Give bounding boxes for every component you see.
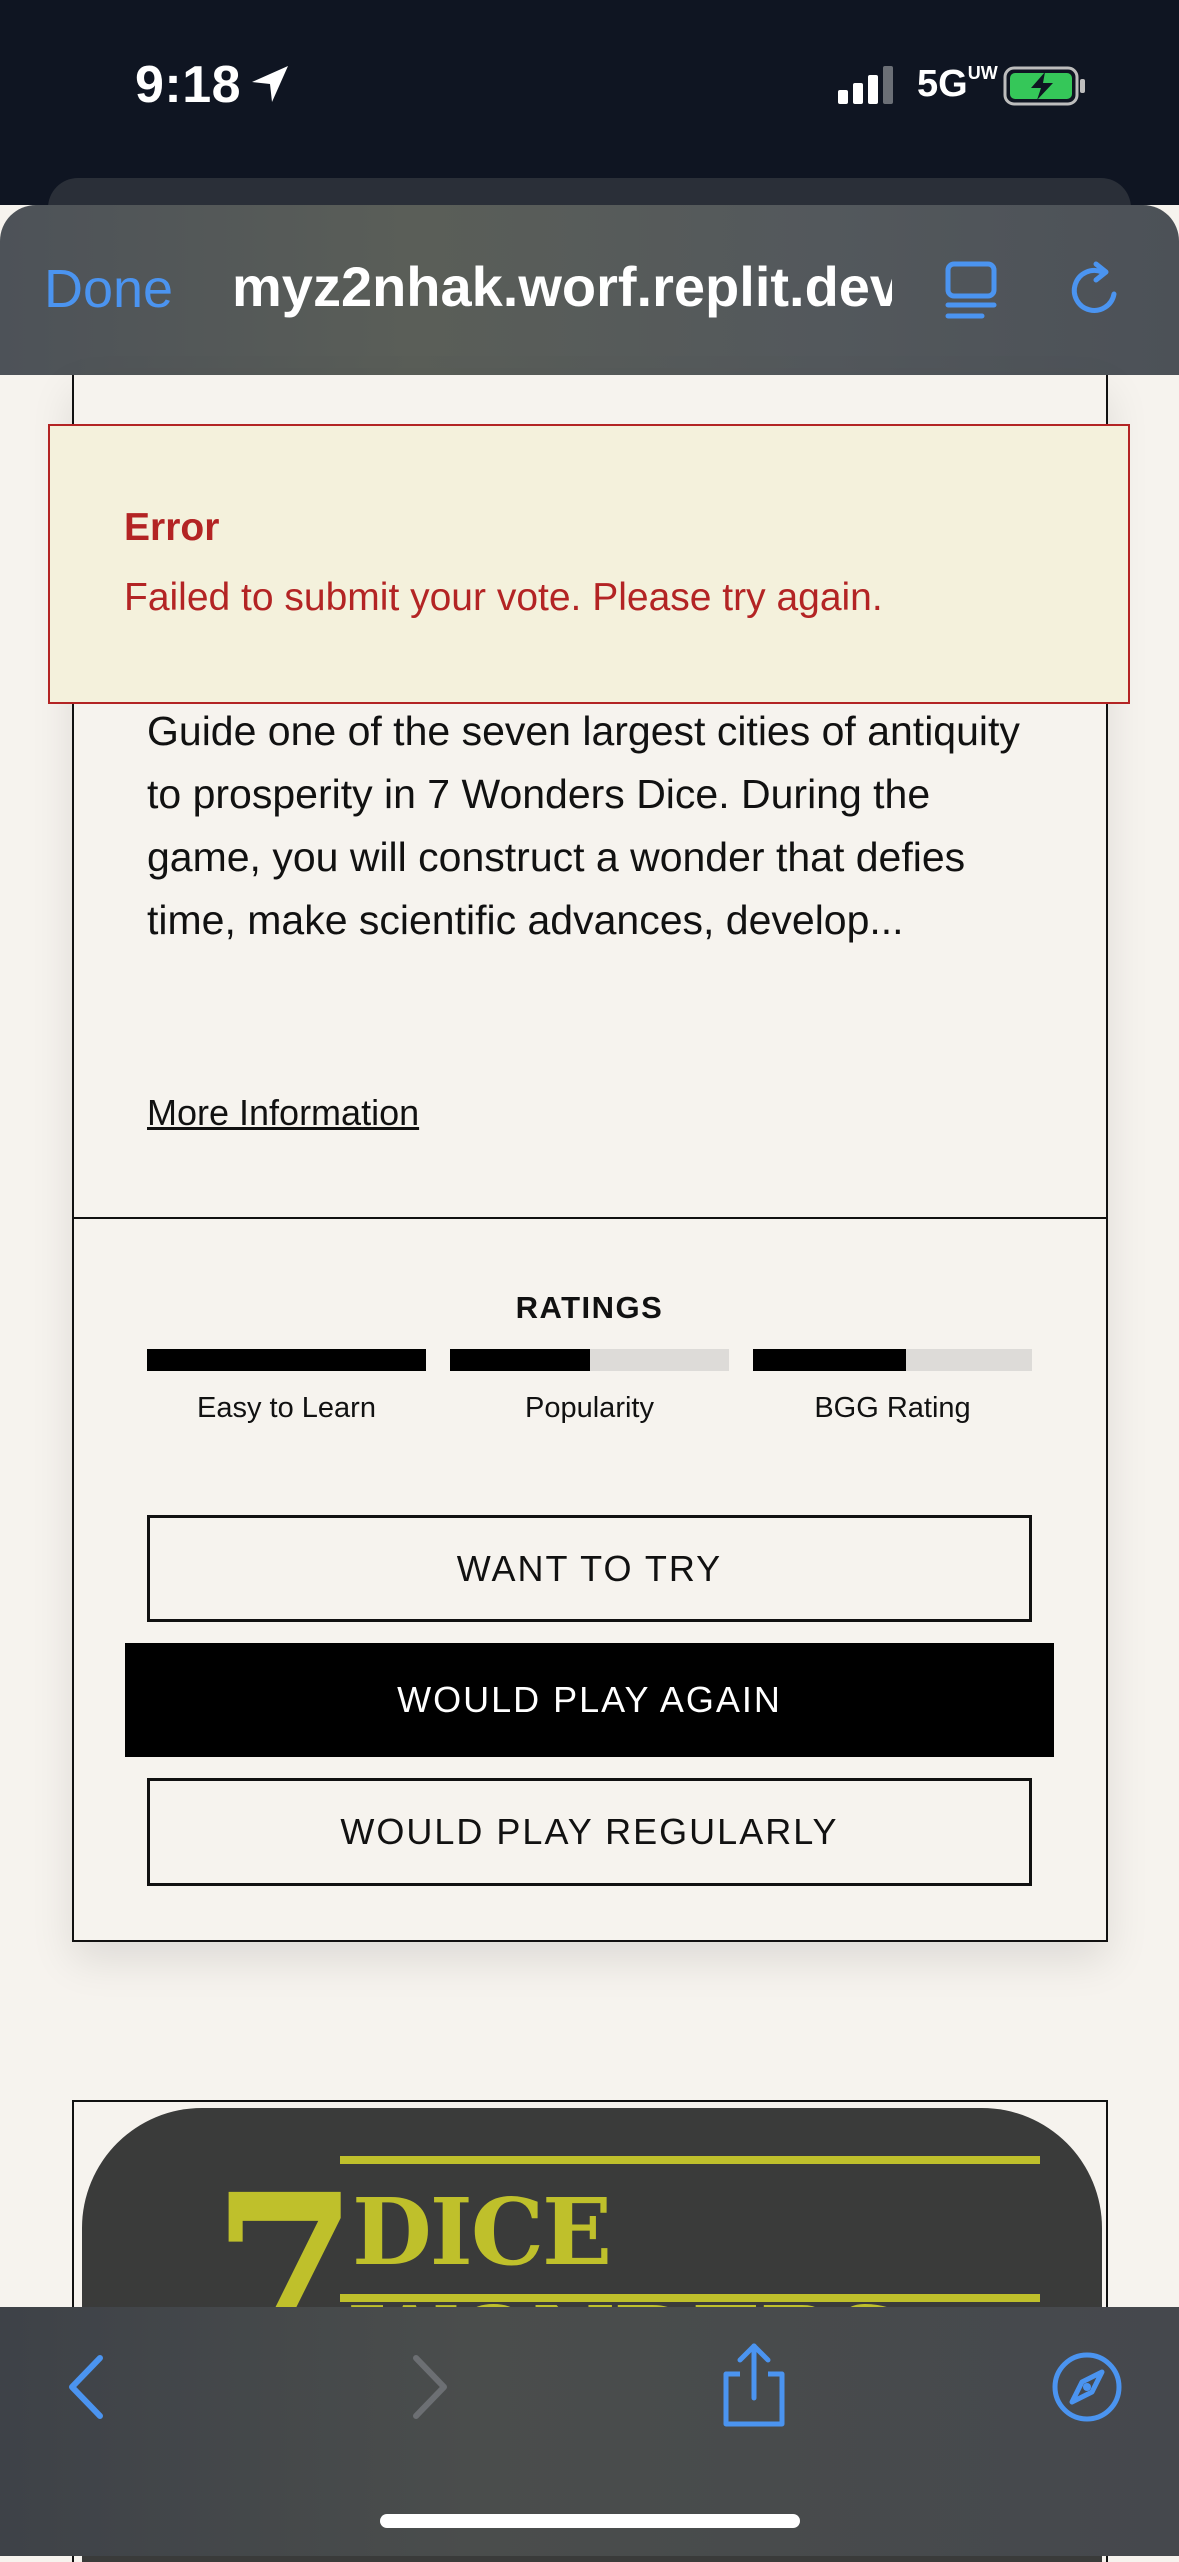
home-indicator[interactable] xyxy=(380,2514,800,2528)
url-field[interactable]: myz2nhak.worf.replit.dev xyxy=(232,254,892,319)
rating-fill xyxy=(753,1349,907,1371)
rating-easy-to-learn: Easy to Learn xyxy=(147,1349,426,1425)
status-time: 9:18 xyxy=(135,56,242,114)
safari-compass-icon[interactable] xyxy=(1050,2350,1124,2429)
rating-fill xyxy=(147,1349,426,1371)
done-button[interactable]: Done xyxy=(44,258,173,320)
would-play-again-button[interactable]: WOULD PLAY AGAIN xyxy=(125,1643,1054,1757)
error-message: Failed to submit your vote. Please try a… xyxy=(124,576,883,619)
rating-label: Popularity xyxy=(525,1392,654,1424)
game-description: Guide one of the seven largest cities of… xyxy=(147,708,1020,943)
status-bar: 9:18 5GUW xyxy=(0,0,1179,205)
share-icon[interactable] xyxy=(718,2340,790,2435)
cover-ornament-line xyxy=(340,2156,1040,2164)
rating-label: BGG Rating xyxy=(814,1392,971,1424)
rating-popularity: Popularity xyxy=(450,1349,729,1425)
divider xyxy=(72,1217,1106,1219)
cover-ornament-line xyxy=(340,2294,1040,2302)
rating-bar xyxy=(147,1349,426,1371)
rating-label: Easy to Learn xyxy=(197,1392,376,1424)
rating-bar xyxy=(450,1349,729,1371)
would-play-regularly-button[interactable]: WOULD PLAY REGULARLY xyxy=(147,1778,1032,1886)
ratings-title: RATINGS xyxy=(515,1290,664,1325)
signal-bars-icon xyxy=(838,66,898,109)
back-icon[interactable] xyxy=(60,2352,116,2427)
rating-bgg: BGG Rating xyxy=(753,1349,1032,1425)
forward-icon[interactable] xyxy=(400,2352,456,2427)
rating-fill xyxy=(450,1349,590,1371)
error-title: Error xyxy=(124,506,220,549)
more-information-link[interactable]: More Information xyxy=(147,1092,419,1134)
reader-view-icon[interactable] xyxy=(940,258,1004,327)
battery-charging-icon xyxy=(1003,66,1087,111)
network-type: 5GUW xyxy=(917,63,998,105)
error-banner: Error Failed to submit your vote. Please… xyxy=(48,424,1130,704)
want-to-try-button[interactable]: WANT TO TRY xyxy=(147,1515,1032,1622)
location-arrow-icon xyxy=(248,62,292,111)
rating-bar xyxy=(753,1349,1032,1371)
reload-icon[interactable] xyxy=(1064,258,1128,327)
